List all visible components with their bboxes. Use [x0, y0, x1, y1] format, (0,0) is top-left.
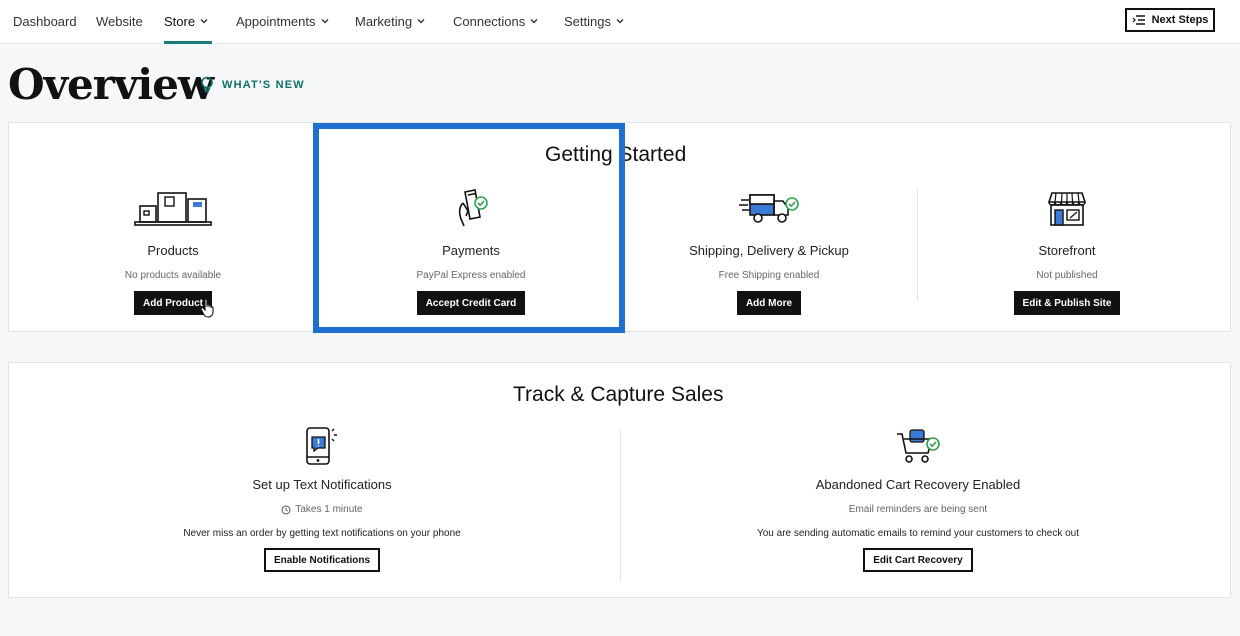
abandoned-cart-description: You are sending automatic emails to remi… [756, 528, 1080, 539]
track-capture-card: Track & Capture Sales Set up Text Notifi… [8, 362, 1231, 598]
nav-item-dashboard[interactable]: Dashboard [13, 12, 77, 30]
nav-item-website[interactable]: Website [96, 12, 143, 30]
next-steps-button[interactable]: Next Steps [1125, 8, 1215, 32]
nav-item-connections[interactable]: Connections [453, 12, 538, 30]
storefront-section: Storefront Not published Edit & Publish … [987, 189, 1147, 315]
packages-icon [134, 189, 212, 229]
storefront-label: Storefront [1038, 243, 1096, 258]
cart-check-icon [895, 425, 941, 467]
divider [917, 189, 918, 301]
text-notifications-section: Set up Text Notifications Takes 1 minute… [122, 425, 522, 572]
storefront-status: Not published [1036, 270, 1098, 281]
shipping-label: Shipping, Delivery & Pickup [689, 243, 849, 258]
products-section: Products No products available Add Produ… [93, 189, 253, 315]
whats-new-link[interactable]: WHAT'S NEW [200, 76, 305, 94]
nav-item-settings[interactable]: Settings [564, 12, 624, 30]
nav-item-appointments[interactable]: Appointments [236, 12, 329, 30]
chevron-down-icon [200, 19, 208, 24]
edit-publish-site-button[interactable]: Edit & Publish Site [1013, 291, 1121, 315]
phone-notification-icon [303, 425, 341, 467]
page-title: Overview [8, 60, 214, 109]
payments-highlight-box [313, 123, 625, 333]
storefront-icon [1047, 189, 1087, 229]
add-more-button[interactable]: Add More [736, 291, 802, 315]
nav-item-store[interactable]: Store [164, 12, 208, 30]
lightbulb-icon [201, 76, 213, 93]
text-notifications-label: Set up Text Notifications [252, 477, 392, 492]
shipping-status: Free Shipping enabled [718, 270, 820, 281]
divider [620, 429, 621, 581]
shipping-section: Shipping, Delivery & Pickup Free Shippin… [669, 189, 869, 315]
nav-item-marketing[interactable]: Marketing [355, 12, 425, 30]
products-label: Products [147, 243, 199, 258]
enable-notifications-button[interactable]: Enable Notifications [263, 548, 381, 572]
delivery-truck-icon [739, 189, 799, 229]
top-navigation: Dashboard Website Store Appointments Mar… [0, 0, 1240, 44]
abandoned-cart-status: Email reminders are being sent [848, 504, 988, 515]
abandoned-cart-section: Abandoned Cart Recovery Enabled Email re… [718, 425, 1118, 572]
edit-cart-recovery-button[interactable]: Edit Cart Recovery [863, 548, 973, 572]
track-capture-title: Track & Capture Sales [513, 383, 724, 406]
abandoned-cart-label: Abandoned Cart Recovery Enabled [815, 477, 1021, 492]
chevron-down-icon [530, 19, 538, 24]
hand-cursor-icon [200, 298, 214, 318]
text-notifications-status: Takes 1 minute [281, 504, 363, 515]
chevron-down-icon [616, 19, 624, 24]
active-tab-indicator [164, 41, 212, 44]
chevron-down-icon [417, 19, 425, 24]
clock-icon [281, 505, 291, 514]
chevron-down-icon [321, 19, 328, 24]
products-status: No products available [124, 270, 222, 281]
text-notifications-description: Never miss an order by getting text noti… [183, 528, 461, 539]
list-icon [1132, 15, 1145, 25]
